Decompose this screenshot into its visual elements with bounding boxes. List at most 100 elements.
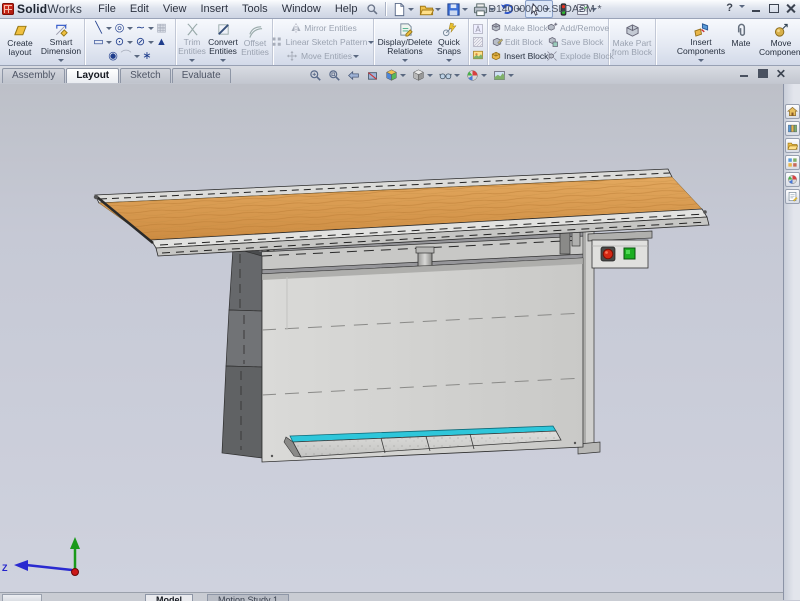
menu-window[interactable]: Window: [276, 2, 327, 16]
open-icon[interactable]: [417, 1, 443, 17]
chevron-down-icon[interactable]: [454, 74, 460, 80]
close-button[interactable]: [785, 4, 796, 13]
section-view-icon[interactable]: [363, 67, 381, 83]
mirror-entities-icon: [289, 22, 302, 35]
help-button[interactable]: ?: [726, 2, 733, 14]
chevron-down-icon[interactable]: [698, 59, 704, 65]
chevron-down-icon[interactable]: [462, 8, 468, 14]
linear-sketch-pattern-button[interactable]: Linear Sketch Pattern: [271, 35, 376, 49]
chevron-down-icon[interactable]: [148, 41, 154, 47]
mirror-entities-button[interactable]: Mirror Entities: [289, 21, 356, 35]
chevron-down-icon[interactable]: [435, 8, 441, 14]
make-part-from-block-button[interactable]: Make Part from Block: [611, 19, 653, 65]
display-delete-relations-button[interactable]: Display/Delete Relations: [377, 19, 433, 65]
graphics-area[interactable]: Z: [0, 84, 783, 592]
slot-icon[interactable]: ◉: [107, 50, 120, 63]
convert-entities-button[interactable]: Convert Entities: [206, 19, 240, 65]
doc-close-button[interactable]: [776, 70, 785, 78]
perimeter-circle-icon[interactable]: ⊙: [113, 36, 126, 49]
tab-evaluate[interactable]: Evaluate: [172, 68, 231, 83]
maximize-button[interactable]: [768, 4, 779, 13]
chevron-down-icon[interactable]: [127, 27, 133, 33]
sketch-picture-icon[interactable]: [472, 49, 485, 62]
previous-view-icon[interactable]: [344, 67, 362, 83]
chevron-down-icon[interactable]: [127, 41, 133, 47]
offset-entities-button[interactable]: Offset Entities: [240, 19, 270, 65]
add-remove-button[interactable]: Add/Remove: [546, 21, 606, 35]
insert-block-button[interactable]: Insert Block: [490, 49, 546, 63]
zoom-fit-icon[interactable]: [306, 67, 324, 83]
ellipse-icon[interactable]: ⊘: [134, 36, 147, 49]
tab-assembly[interactable]: Assembly: [2, 68, 65, 83]
doc-minimize-button[interactable]: [739, 69, 750, 78]
chevron-down-icon[interactable]: [189, 59, 195, 65]
mate-button[interactable]: Mate: [727, 19, 755, 65]
menu-view[interactable]: View: [157, 2, 193, 16]
chevron-down-icon[interactable]: [400, 74, 406, 80]
appearances-icon[interactable]: [785, 172, 800, 187]
create-layout-button[interactable]: Create layout: [1, 19, 39, 65]
tab-sketch[interactable]: Sketch: [120, 68, 171, 83]
area-hatch-icon[interactable]: [472, 36, 485, 49]
display-style-icon[interactable]: [409, 67, 435, 83]
sketch-text-icon[interactable]: [472, 23, 485, 36]
chevron-down-icon[interactable]: [148, 27, 154, 33]
move-entities-button[interactable]: Move Entities: [286, 49, 360, 63]
home-icon[interactable]: [785, 104, 800, 119]
tab-layout[interactable]: Layout: [66, 68, 119, 83]
chevron-down-icon[interactable]: [508, 74, 514, 80]
rectangle-icon[interactable]: ▭: [92, 36, 105, 49]
chevron-down-icon[interactable]: [446, 59, 452, 65]
chevron-down-icon[interactable]: [106, 27, 112, 33]
rapid-sketch-icon[interactable]: ▦: [155, 22, 168, 35]
menu-edit[interactable]: Edit: [124, 2, 155, 16]
explode-block-label: Explode Block: [560, 51, 614, 61]
scene-icon[interactable]: [490, 67, 516, 83]
circle-icon[interactable]: ◎: [113, 22, 126, 35]
menu-bar: File Edit View Insert Tools Window Help: [92, 2, 363, 16]
polygon-icon[interactable]: ▲: [155, 36, 168, 49]
view-palette-icon[interactable]: [785, 155, 800, 170]
chevron-down-icon[interactable]: [427, 74, 433, 80]
make-block-button[interactable]: Make Block: [490, 21, 546, 35]
minimize-button[interactable]: [751, 4, 762, 13]
arc-icon[interactable]: ⌒: [120, 50, 133, 63]
zoom-area-icon[interactable]: [325, 67, 343, 83]
chevron-down-icon[interactable]: [58, 59, 64, 65]
chevron-down-icon[interactable]: [220, 59, 226, 65]
point-icon[interactable]: ∗: [141, 50, 154, 63]
chevron-down-icon[interactable]: [353, 55, 359, 61]
hide-show-items-icon[interactable]: [436, 67, 462, 83]
chevron-down-icon[interactable]: [408, 8, 414, 14]
menu-insert[interactable]: Insert: [194, 2, 234, 16]
chevron-down-icon[interactable]: [739, 5, 745, 11]
solidworks-logo-icon: [2, 3, 14, 15]
chevron-down-icon[interactable]: [481, 74, 487, 80]
view-orientation-icon[interactable]: [382, 67, 408, 83]
move-component-button[interactable]: Move Component: [755, 19, 800, 65]
chevron-down-icon[interactable]: [402, 59, 408, 65]
save-icon[interactable]: [444, 1, 470, 17]
save-block-button[interactable]: Save Block: [546, 35, 606, 49]
spline-icon[interactable]: ∼: [134, 22, 147, 35]
new-doc-icon[interactable]: [390, 1, 416, 17]
menu-tools[interactable]: Tools: [236, 2, 274, 16]
menu-help[interactable]: Help: [329, 2, 364, 16]
insert-components-button[interactable]: Insert Components: [675, 19, 727, 65]
menu-file[interactable]: File: [92, 2, 122, 16]
edit-block-button[interactable]: Edit Block: [490, 35, 546, 49]
design-library-icon[interactable]: [785, 121, 800, 136]
explode-block-button[interactable]: Explode Block: [546, 49, 606, 63]
chevron-down-icon[interactable]: [134, 55, 140, 61]
chevron-down-icon[interactable]: [106, 41, 112, 47]
trim-entities-button[interactable]: Trim Entities: [178, 19, 206, 65]
custom-properties-icon[interactable]: [785, 189, 800, 204]
line-icon[interactable]: ╲: [92, 22, 105, 35]
smart-dimension-button[interactable]: Smart Dimension: [39, 19, 83, 65]
quick-snaps-button[interactable]: Quick Snaps: [433, 19, 465, 65]
search-icon[interactable]: [363, 1, 381, 17]
file-explorer-icon[interactable]: [785, 138, 800, 153]
appearance-icon[interactable]: [463, 67, 489, 83]
doc-restore-button[interactable]: [757, 69, 768, 78]
mirror-entities-label: Mirror Entities: [304, 23, 356, 33]
